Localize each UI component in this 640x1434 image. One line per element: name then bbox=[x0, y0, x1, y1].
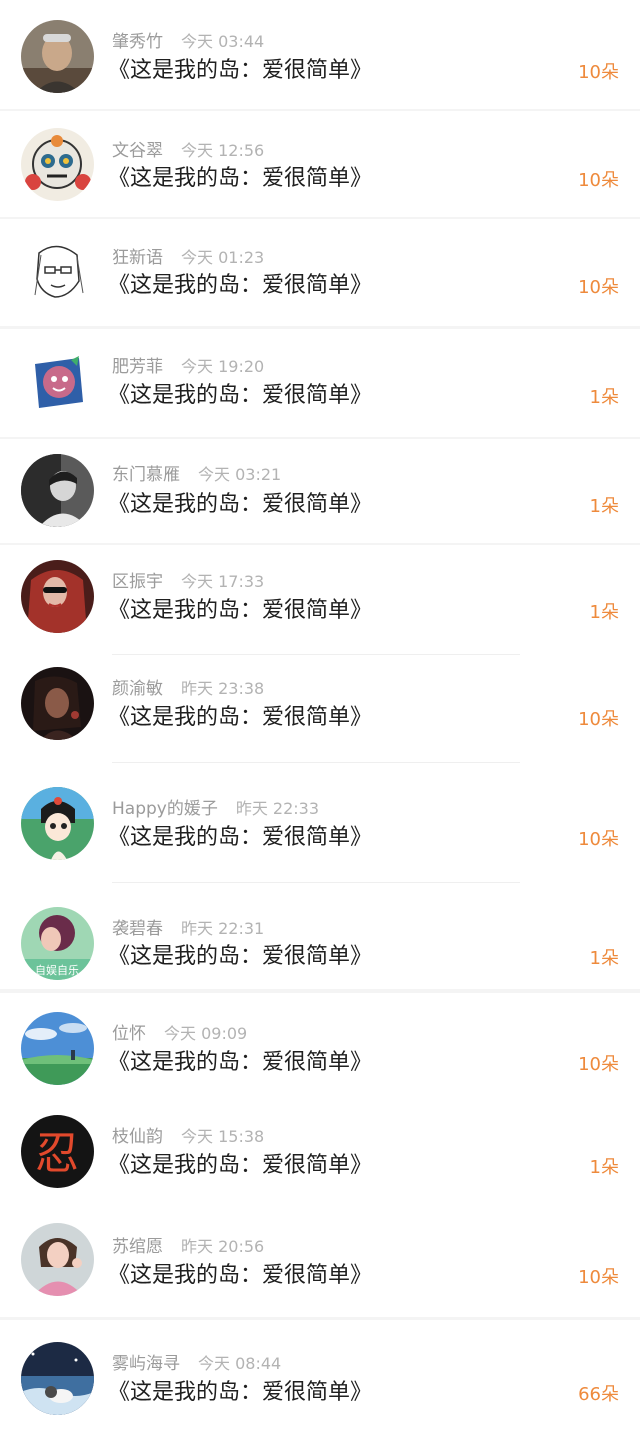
flower-amount: 1朵 bbox=[589, 387, 619, 408]
avatar[interactable] bbox=[21, 235, 94, 308]
donation-time: 昨天 22:33 bbox=[235, 799, 320, 818]
book-title: 《这是我的岛：爱很简单》 bbox=[108, 705, 373, 730]
donation-row[interactable]: 位怀 今天 09:09 《这是我的岛：爱很简单》 10朵 bbox=[0, 993, 640, 1096]
donation-row[interactable]: 颜渝敏 昨天 23:38 《这是我的岛：爱很简单》 10朵 bbox=[0, 655, 640, 763]
avatar-sugar-skull-icon bbox=[21, 128, 94, 201]
donor-name: 位怀 bbox=[112, 1024, 146, 1044]
donation-time: 今天 03:44 bbox=[181, 32, 265, 51]
avatar-red-hair-girl-icon bbox=[21, 560, 94, 633]
donation-row[interactable]: 东门慕雁 今天 03:21 《这是我的岛：爱很简单》 1朵 bbox=[0, 439, 640, 543]
avatar-pink-girl-icon bbox=[21, 1223, 94, 1296]
donation-time: 今天 09:09 bbox=[164, 1024, 248, 1043]
donor-name: 文谷翠 bbox=[112, 141, 163, 161]
donation-time: 今天 03:21 bbox=[198, 465, 282, 484]
donation-time: 今天 12:56 bbox=[181, 141, 265, 160]
avatar-bw-photo-icon bbox=[21, 454, 94, 527]
donation-row[interactable]: Happy的媛子 昨天 22:33 《这是我的岛：爱很简单》 10朵 bbox=[0, 763, 640, 883]
book-title: 《这是我的岛：爱很简单》 bbox=[108, 1050, 373, 1075]
avatar[interactable] bbox=[21, 560, 94, 633]
donation-time: 昨天 23:38 bbox=[181, 679, 265, 698]
donor-name: 狂新语 bbox=[112, 248, 163, 268]
flower-amount: 10朵 bbox=[578, 277, 619, 298]
avatar[interactable] bbox=[21, 454, 94, 527]
flower-amount: 1朵 bbox=[589, 948, 619, 969]
avatar[interactable]: 自娱自乐 bbox=[21, 907, 94, 980]
donation-row[interactable]: 忍 枝仙韵 今天 15:38 《这是我的岛：爱很简单》 1朵 bbox=[0, 1096, 640, 1207]
donor-name: 枝仙韵 bbox=[112, 1127, 163, 1147]
avatar[interactable] bbox=[21, 787, 94, 860]
donor-name: 区振宇 bbox=[112, 572, 163, 592]
donor-name: 肥芳菲 bbox=[112, 357, 163, 377]
flower-amount: 10朵 bbox=[578, 62, 619, 83]
book-title: 《这是我的岛：爱很简单》 bbox=[108, 1263, 373, 1288]
avatar-cartoon-sticker-icon bbox=[21, 346, 94, 419]
donor-name: 肇秀竹 bbox=[112, 32, 163, 52]
donation-row[interactable]: 区振宇 今天 17:33 《这是我的岛：爱很简单》 1朵 bbox=[0, 545, 640, 655]
book-title: 《这是我的岛：爱很简单》 bbox=[108, 598, 373, 623]
donation-time: 今天 15:38 bbox=[181, 1127, 265, 1146]
donation-time: 昨天 22:31 bbox=[181, 919, 265, 938]
avatar-green-girl-icon: 自娱自乐 bbox=[21, 907, 94, 980]
book-title: 《这是我的岛：爱很简单》 bbox=[108, 1153, 373, 1178]
donation-row[interactable]: 自娱自乐 袭碧春 昨天 22:31 《这是我的岛：爱很简单》 1朵 bbox=[0, 883, 640, 989]
donation-row[interactable]: 雾屿海寻 今天 08:44 《这是我的岛：爱很简单》 66朵 bbox=[0, 1320, 640, 1434]
avatar[interactable] bbox=[21, 128, 94, 201]
donation-row[interactable]: 肇秀竹 今天 03:44 《这是我的岛：爱很简单》 10朵 bbox=[0, 0, 640, 109]
avatar[interactable] bbox=[21, 1012, 94, 1085]
flower-amount: 10朵 bbox=[578, 1267, 619, 1288]
avatar[interactable] bbox=[21, 667, 94, 740]
donation-row[interactable]: 苏绾愿 昨天 20:56 《这是我的岛：爱很简单》 10朵 bbox=[0, 1207, 640, 1317]
donor-name: 东门慕雁 bbox=[112, 465, 180, 485]
flower-amount: 10朵 bbox=[578, 1054, 619, 1075]
book-title: 《这是我的岛：爱很简单》 bbox=[108, 944, 373, 969]
avatar-caption: 忍 bbox=[35, 1128, 79, 1179]
donation-row[interactable]: 肥芳菲 今天 19:20 《这是我的岛：爱很简单》 1朵 bbox=[0, 329, 640, 437]
donation-time: 今天 17:33 bbox=[181, 572, 265, 591]
flower-amount: 10朵 bbox=[578, 709, 619, 730]
book-title: 《这是我的岛：爱很简单》 bbox=[108, 383, 373, 408]
avatar-caption: 自娱自乐 bbox=[35, 963, 79, 977]
donation-time: 今天 01:23 bbox=[181, 248, 265, 267]
avatar-elderly-man-icon bbox=[21, 20, 94, 93]
donor-name: Happy的媛子 bbox=[112, 799, 218, 819]
flower-amount: 10朵 bbox=[578, 170, 619, 191]
avatar-ren-character-icon: 忍 bbox=[21, 1115, 94, 1188]
donor-name: 雾屿海寻 bbox=[112, 1354, 180, 1374]
donor-name: 袭碧春 bbox=[112, 919, 163, 939]
avatar-anime-landscape-icon bbox=[21, 1012, 94, 1085]
book-title: 《这是我的岛：爱很简单》 bbox=[108, 1380, 373, 1405]
donor-name: 颜渝敏 bbox=[112, 679, 163, 699]
donation-list: 肇秀竹 今天 03:44 《这是我的岛：爱很简单》 10朵 文谷翠 今天 12:56… bbox=[0, 0, 640, 1434]
donation-row[interactable]: 文谷翠 今天 12:56 《这是我的岛：爱很简单》 10朵 bbox=[0, 111, 640, 217]
avatar-sketch-portrait-icon bbox=[21, 235, 94, 308]
avatar[interactable]: 忍 bbox=[21, 1115, 94, 1188]
flower-amount: 1朵 bbox=[589, 496, 619, 517]
donation-time: 昨天 20:56 bbox=[181, 1237, 265, 1256]
donation-time: 今天 19:20 bbox=[181, 357, 265, 376]
book-title: 《这是我的岛：爱很简单》 bbox=[108, 273, 373, 298]
avatar[interactable] bbox=[21, 346, 94, 419]
flower-amount: 1朵 bbox=[589, 602, 619, 623]
flower-amount: 66朵 bbox=[578, 1384, 619, 1405]
book-title: 《这是我的岛：爱很简单》 bbox=[108, 58, 373, 83]
avatar[interactable] bbox=[21, 1223, 94, 1296]
donation-row[interactable]: 狂新语 今天 01:23 《这是我的岛：爱很简单》 10朵 bbox=[0, 219, 640, 326]
book-title: 《这是我的岛：爱很简单》 bbox=[108, 166, 373, 191]
donor-name: 苏绾愿 bbox=[112, 1237, 163, 1257]
avatar[interactable] bbox=[21, 1342, 94, 1415]
donation-time: 今天 08:44 bbox=[198, 1354, 282, 1373]
flower-amount: 1朵 bbox=[589, 1157, 619, 1178]
avatar[interactable] bbox=[21, 20, 94, 93]
flower-amount: 10朵 bbox=[578, 829, 619, 850]
avatar-cartoon-princess-icon bbox=[21, 787, 94, 860]
avatar-dark-portrait-icon bbox=[21, 667, 94, 740]
book-title: 《这是我的岛：爱很简单》 bbox=[108, 825, 373, 850]
book-title: 《这是我的岛：爱很简单》 bbox=[108, 492, 373, 517]
avatar-cat-seaside-icon bbox=[21, 1342, 94, 1415]
